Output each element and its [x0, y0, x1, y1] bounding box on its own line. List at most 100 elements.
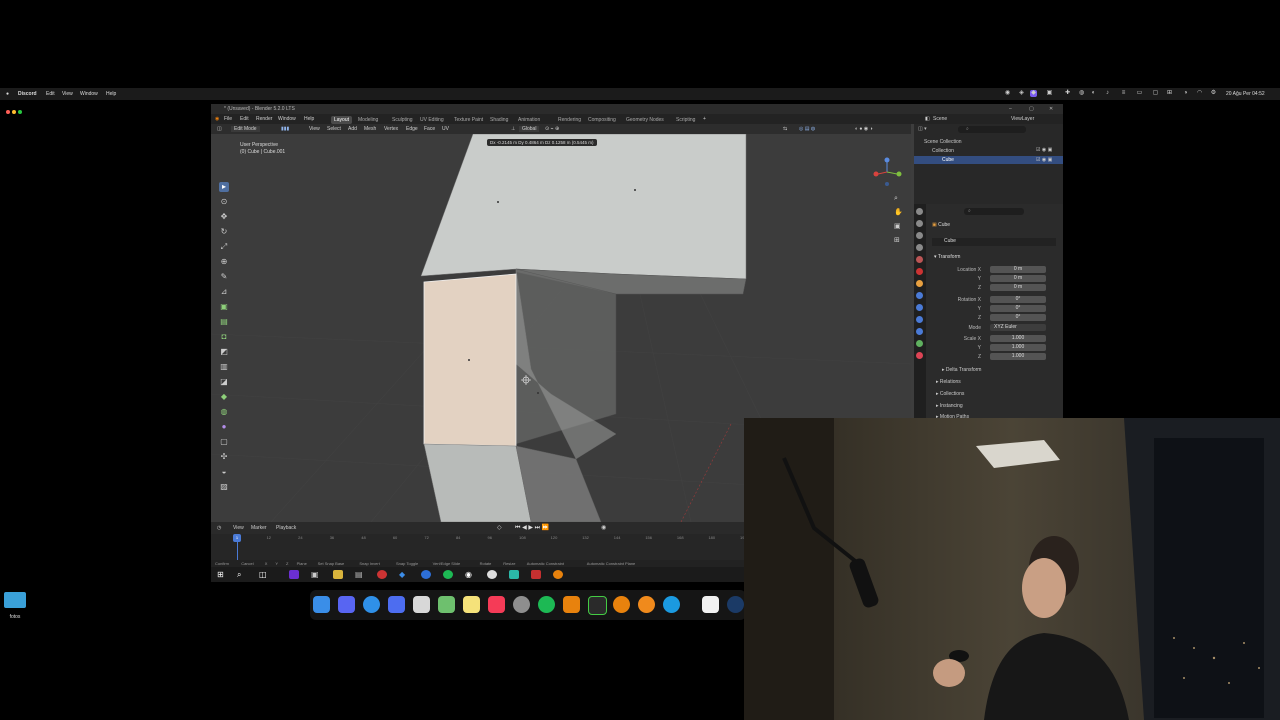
- section-collections[interactable]: ▸ Collections: [936, 391, 964, 397]
- location-z-field[interactable]: 0 m: [990, 284, 1046, 291]
- workspace-tab[interactable]: Rendering: [555, 116, 584, 124]
- particles-tab-icon[interactable]: [916, 304, 923, 311]
- status-icon[interactable]: ◆: [1030, 90, 1037, 97]
- workspace-tab[interactable]: Texture Paint: [451, 116, 486, 124]
- inset-icon[interactable]: ◘: [219, 332, 229, 342]
- app-icon[interactable]: [531, 570, 541, 579]
- physics-tab-icon[interactable]: [916, 316, 923, 323]
- workspace-tab[interactable]: Compositing: [585, 116, 619, 124]
- notes-icon[interactable]: [463, 596, 480, 613]
- search-icon[interactable]: ⌕: [237, 570, 241, 580]
- activity-icon[interactable]: [588, 596, 607, 615]
- bevel-icon[interactable]: ◩: [219, 347, 229, 357]
- status-icon[interactable]: ⊞: [1166, 90, 1173, 97]
- menu-face[interactable]: Face: [424, 126, 435, 132]
- menu-edit[interactable]: Edit: [46, 91, 55, 97]
- extrude-icon[interactable]: ▤: [219, 317, 229, 327]
- settings-icon[interactable]: [513, 596, 530, 613]
- workspace-tab[interactable]: Scripting: [673, 116, 698, 124]
- menu-edit[interactable]: Edit: [240, 116, 249, 122]
- maximize-icon[interactable]: ▢: [1029, 106, 1034, 112]
- mesh-bottom-face[interactable]: [423, 443, 532, 522]
- app-icon[interactable]: ▣: [311, 570, 319, 579]
- mesh-bottom-side-face[interactable]: [515, 445, 602, 522]
- scene-name[interactable]: Scene: [933, 116, 947, 122]
- menu-view[interactable]: View: [309, 126, 320, 132]
- constraints-tab-icon[interactable]: [916, 328, 923, 335]
- section-instancing[interactable]: ▸ Instancing: [936, 403, 963, 409]
- status-icon[interactable]: ✚: [1064, 90, 1071, 97]
- spotify-icon[interactable]: [538, 596, 555, 613]
- spotify-icon[interactable]: [443, 570, 453, 579]
- minimize-icon[interactable]: –: [1009, 106, 1012, 112]
- overlay-icon[interactable]: ◎ ▤ ◍: [799, 126, 815, 132]
- outliner-item-cube[interactable]: Cube: [942, 157, 954, 163]
- blender-icon[interactable]: [613, 596, 630, 613]
- menu-window[interactable]: Window: [80, 91, 98, 97]
- loop-cut-icon[interactable]: ▥: [219, 362, 229, 372]
- location-x-field[interactable]: 0 m: [990, 266, 1046, 273]
- poly-build-icon[interactable]: ◆: [219, 392, 229, 402]
- rotation-mode-select[interactable]: XYZ Euler: [990, 324, 1046, 331]
- material-tab-icon[interactable]: [916, 352, 923, 359]
- gizmo-icon[interactable]: ⇆: [783, 126, 787, 132]
- object-name[interactable]: Cube: [938, 222, 950, 228]
- timeline-menu-marker[interactable]: Marker: [251, 525, 267, 531]
- world-tab-icon[interactable]: [916, 268, 923, 275]
- steam-icon[interactable]: ◉: [465, 570, 472, 579]
- control-center-icon[interactable]: ⚙: [1210, 90, 1217, 97]
- mesh-top-face[interactable]: [420, 134, 747, 280]
- visibility-icons[interactable]: ☑ ◉ ▣: [1036, 157, 1052, 163]
- menu-add[interactable]: Add: [348, 126, 357, 132]
- workspace-tab[interactable]: Geometry Nodes: [623, 116, 667, 124]
- rotation-z-field[interactable]: 0°: [990, 314, 1046, 321]
- app-icon[interactable]: [289, 570, 299, 579]
- app-icon[interactable]: ▤: [355, 570, 363, 579]
- playback-controls[interactable]: ⏮ ◀ ▶ ⏭ ⏩: [515, 524, 549, 532]
- workspace-tab[interactable]: Layout: [331, 116, 353, 124]
- menu-render[interactable]: Render: [256, 116, 272, 122]
- menu-window[interactable]: Window: [278, 116, 296, 122]
- folder-label[interactable]: fotos: [2, 614, 28, 620]
- app-menu-discord[interactable]: Discord: [18, 91, 37, 97]
- minimize-icon[interactable]: [12, 110, 16, 114]
- scale-y-field[interactable]: 1.000: [990, 344, 1046, 351]
- rip-icon[interactable]: ▨: [219, 482, 229, 492]
- blender-icon[interactable]: [563, 596, 580, 613]
- smooth-icon[interactable]: ●: [219, 422, 229, 432]
- launchpad-icon[interactable]: [413, 596, 430, 613]
- scale-icon[interactable]: ⤢: [219, 242, 229, 252]
- workspace-tab[interactable]: Animation: [515, 116, 543, 124]
- workspace-tab[interactable]: Shading: [487, 116, 511, 124]
- rotation-y-field[interactable]: 0°: [990, 305, 1046, 312]
- clock[interactable]: 20 Ağu Per 04:52: [1226, 91, 1265, 97]
- workspace-tab[interactable]: Modeling: [355, 116, 381, 124]
- app-icon[interactable]: [377, 570, 387, 579]
- menu-vertex[interactable]: Vertex: [384, 126, 398, 132]
- camera-icon[interactable]: ▣: [894, 220, 903, 234]
- select-box-icon[interactable]: ▸: [219, 182, 229, 192]
- properties-search[interactable]: ⌕: [964, 208, 1024, 215]
- spin-icon[interactable]: ◍: [219, 407, 229, 417]
- app-icon[interactable]: [487, 570, 497, 579]
- add-cube-icon[interactable]: ▣: [219, 302, 229, 312]
- status-icon[interactable]: ♪: [1104, 90, 1111, 97]
- section-delta-transform[interactable]: ▸ Delta Transform: [942, 367, 981, 373]
- knife-icon[interactable]: ◪: [219, 377, 229, 387]
- output-tab-icon[interactable]: [916, 232, 923, 239]
- status-icon[interactable]: ▭: [1136, 90, 1143, 97]
- scale-z-field[interactable]: 1.000: [990, 353, 1046, 360]
- view-layer-tab-icon[interactable]: [916, 244, 923, 251]
- close-icon[interactable]: ✕: [1049, 106, 1053, 112]
- modifier-tab-icon[interactable]: [916, 292, 923, 299]
- menu-uv[interactable]: UV: [442, 126, 449, 132]
- measure-icon[interactable]: ⊿: [219, 287, 229, 297]
- outliner-item-scene-collection[interactable]: Scene Collection: [924, 139, 962, 145]
- cursor-icon[interactable]: ⊙: [219, 197, 229, 207]
- grid-icon[interactable]: ⊞: [894, 234, 903, 248]
- section-relations[interactable]: ▸ Relations: [936, 379, 961, 385]
- task-view-icon[interactable]: ◫: [259, 570, 267, 579]
- menu-select[interactable]: Select: [327, 126, 341, 132]
- discord-icon[interactable]: [338, 596, 355, 613]
- scene-tab-icon[interactable]: [916, 256, 923, 263]
